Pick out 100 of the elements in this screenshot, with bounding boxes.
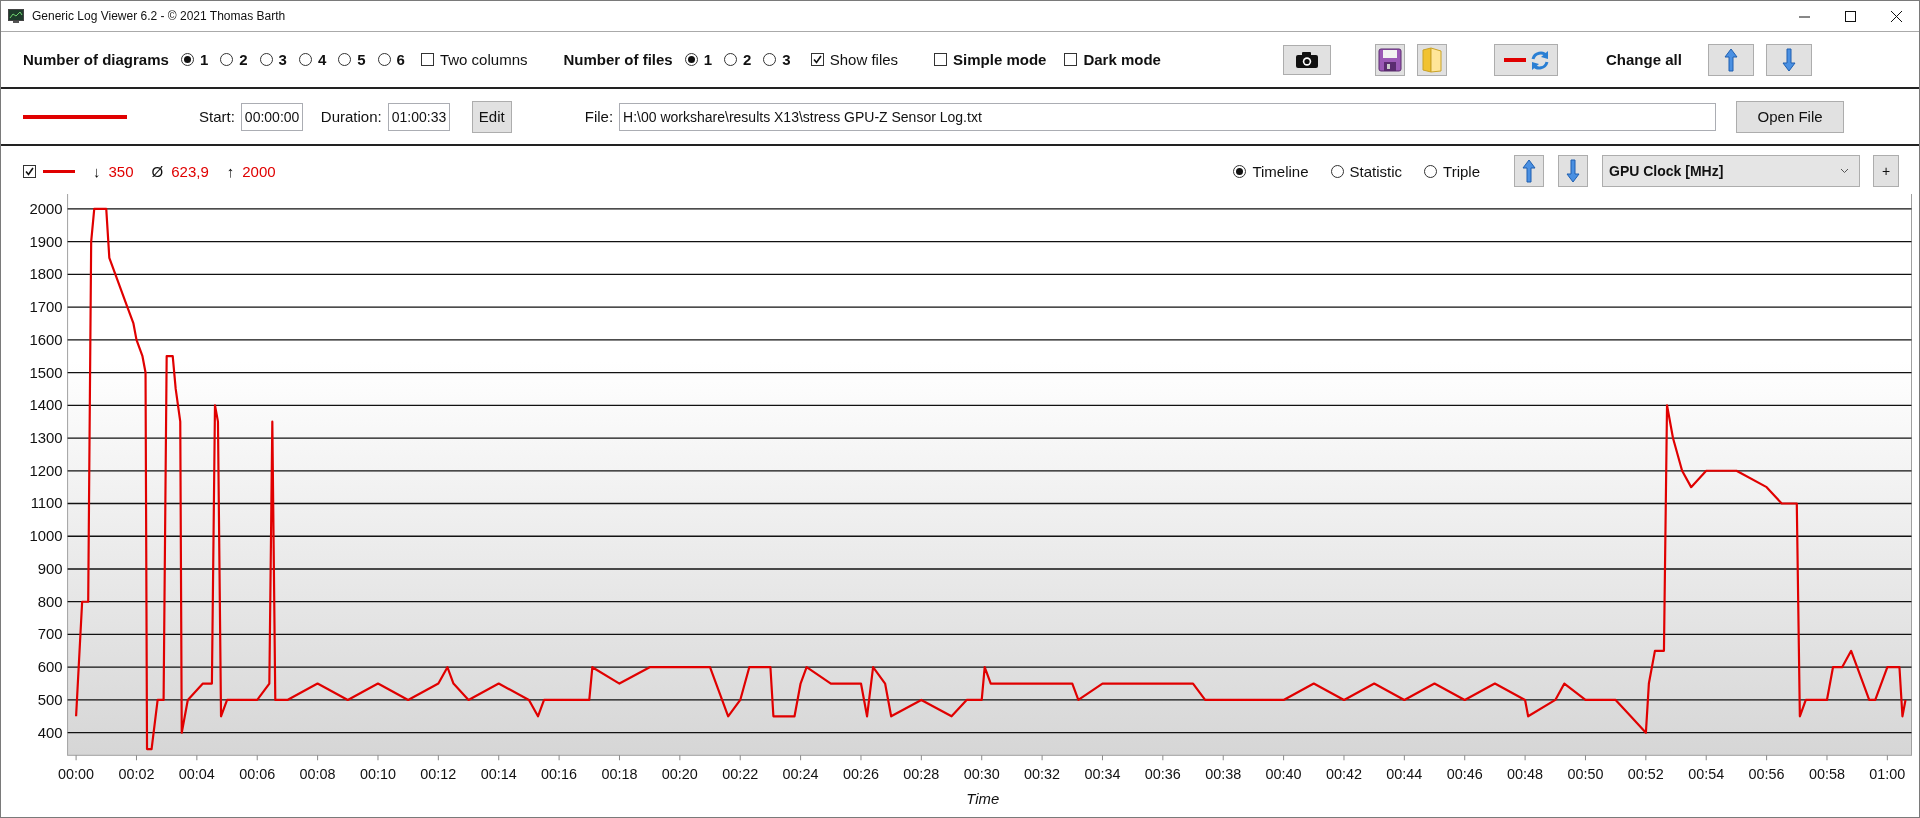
move-down-button[interactable] [1558, 155, 1588, 187]
radio-option[interactable]: 5 [338, 51, 366, 68]
tick-label: 00:42 [1326, 766, 1362, 783]
tick-label: 00:52 [1627, 766, 1664, 783]
tick-label: 00:50 [1567, 766, 1604, 783]
text-field[interactable]: 00:00:00 [240, 102, 303, 131]
tick-label: 00:36 [1144, 766, 1181, 783]
tick-label: 00:16 [541, 766, 578, 783]
field-label: File: [584, 108, 614, 125]
show-files-checkbox[interactable]: Show files [810, 51, 899, 68]
tick-label: 00:54 [1688, 766, 1725, 783]
tick-label: 00:44 [1386, 766, 1423, 783]
text-field[interactable]: 01:00:33 [387, 102, 450, 131]
radio-option[interactable]: Triple [1424, 162, 1480, 180]
tick-label: 500 [37, 691, 63, 708]
stat-value: 350 [108, 162, 134, 180]
radio-option[interactable]: 4 [298, 51, 327, 68]
check-icon [25, 166, 34, 176]
up-arrow-icon [1520, 158, 1538, 184]
dark-mode-checkbox[interactable]: Dark mode [1064, 51, 1161, 68]
stat-symbol: Ø [151, 162, 164, 180]
radio-option[interactable]: 1 [684, 51, 712, 68]
two-columns-checkbox[interactable]: Two columns [420, 51, 528, 68]
tick-label: 1800 [29, 266, 63, 283]
open-file-button[interactable]: Open File [1736, 100, 1845, 133]
camera-icon [1294, 50, 1319, 69]
radio-option[interactable]: 2 [724, 51, 752, 68]
tick-label: 00:58 [1809, 766, 1845, 783]
tick-label: 00:12 [420, 766, 457, 783]
tick-label: 1400 [29, 397, 63, 414]
stat-value: 2000 [242, 162, 276, 180]
down-arrow-icon [1779, 46, 1798, 73]
tick-label: 00:38 [1205, 766, 1242, 783]
tick-label: 1300 [29, 430, 63, 446]
sensor-dropdown[interactable]: GPU Clock [MHz] [1602, 155, 1860, 187]
tick-label: 00:28 [903, 766, 940, 783]
radio-option[interactable]: 3 [259, 51, 287, 68]
tick-label: 600 [37, 659, 63, 676]
radio-option[interactable]: 2 [220, 51, 248, 68]
tick-label: 01:00 [1869, 766, 1906, 783]
tick-label: 1500 [29, 364, 63, 381]
save-button[interactable] [1374, 43, 1405, 76]
edit-button[interactable]: Edit [471, 100, 512, 133]
window-title: Generic Log Viewer 6.2 - © 2021 Thomas Barth [32, 9, 287, 23]
chevron-down-icon [1840, 168, 1849, 174]
up-arrow-icon [1721, 46, 1740, 73]
close-icon[interactable] [1890, 10, 1902, 22]
field-label: Start: [199, 108, 235, 125]
tick-label: 00:32 [1024, 766, 1061, 783]
tick-label: 00:46 [1446, 766, 1483, 783]
move-up-button[interactable] [1514, 155, 1544, 187]
tick-label: 00:10 [360, 766, 396, 783]
tick-label: 00:06 [239, 766, 276, 783]
tick-label: 1200 [29, 462, 63, 479]
move-down-button[interactable] [1765, 43, 1812, 76]
move-up-button[interactable] [1707, 43, 1754, 76]
folder-icon [1420, 46, 1443, 73]
tick-label: 00:14 [480, 766, 517, 783]
radio-option[interactable]: Timeline [1233, 162, 1309, 180]
tick-label: 00:48 [1507, 766, 1544, 783]
simple-mode-checkbox[interactable]: Simple mode [934, 51, 1047, 68]
tick-label: 00:02 [118, 766, 155, 783]
tick-label: 00:30 [963, 766, 1000, 783]
option-label: Number of diagrams [23, 51, 169, 68]
tick-label: 00:08 [299, 766, 336, 783]
radio-option[interactable]: Statistic [1330, 162, 1403, 180]
radio-option[interactable]: 1 [180, 51, 209, 68]
down-arrow-icon [1564, 158, 1582, 184]
visible-checkbox[interactable] [23, 164, 36, 178]
tick-label: 00:18 [601, 766, 638, 783]
tick-label: 400 [37, 724, 63, 741]
axis-title: Time [966, 790, 1000, 807]
screenshot-button[interactable] [1282, 44, 1331, 75]
tick-label: 00:00 [58, 766, 95, 783]
app-icon [8, 9, 24, 23]
radio-option[interactable]: 6 [377, 51, 405, 68]
radio-option[interactable]: 3 [763, 51, 791, 68]
field-label: Duration: [320, 108, 382, 125]
option-label: Number of files [563, 51, 673, 68]
tick-label: 1900 [29, 233, 63, 250]
tick-label: 700 [37, 626, 63, 643]
line-refresh-icon [1501, 48, 1550, 71]
tick-label: 00:04 [178, 766, 215, 783]
tick-label: 00:40 [1265, 766, 1302, 783]
tick-label: 1700 [29, 299, 63, 316]
stat-value: 623,9 [171, 162, 209, 180]
tick-label: 1600 [29, 331, 63, 348]
text-field[interactable]: H:\00 workshare\results X13\stress GPU-Z Sensor Log.txt [619, 102, 1717, 131]
tick-label: 00:20 [661, 766, 698, 783]
tick-label: 00:34 [1084, 766, 1121, 783]
change-all-label: Change all [1605, 51, 1682, 68]
add-button[interactable]: + [1873, 155, 1899, 187]
tick-label: 800 [37, 593, 63, 610]
line-color-button[interactable] [1493, 43, 1558, 76]
tick-label: 00:22 [722, 766, 759, 783]
tick-label: 00:56 [1748, 766, 1785, 783]
tick-label: 1100 [30, 495, 63, 512]
maximize-icon[interactable] [1844, 10, 1856, 22]
line-swatch [43, 169, 75, 173]
tick-label: 900 [37, 560, 63, 577]
